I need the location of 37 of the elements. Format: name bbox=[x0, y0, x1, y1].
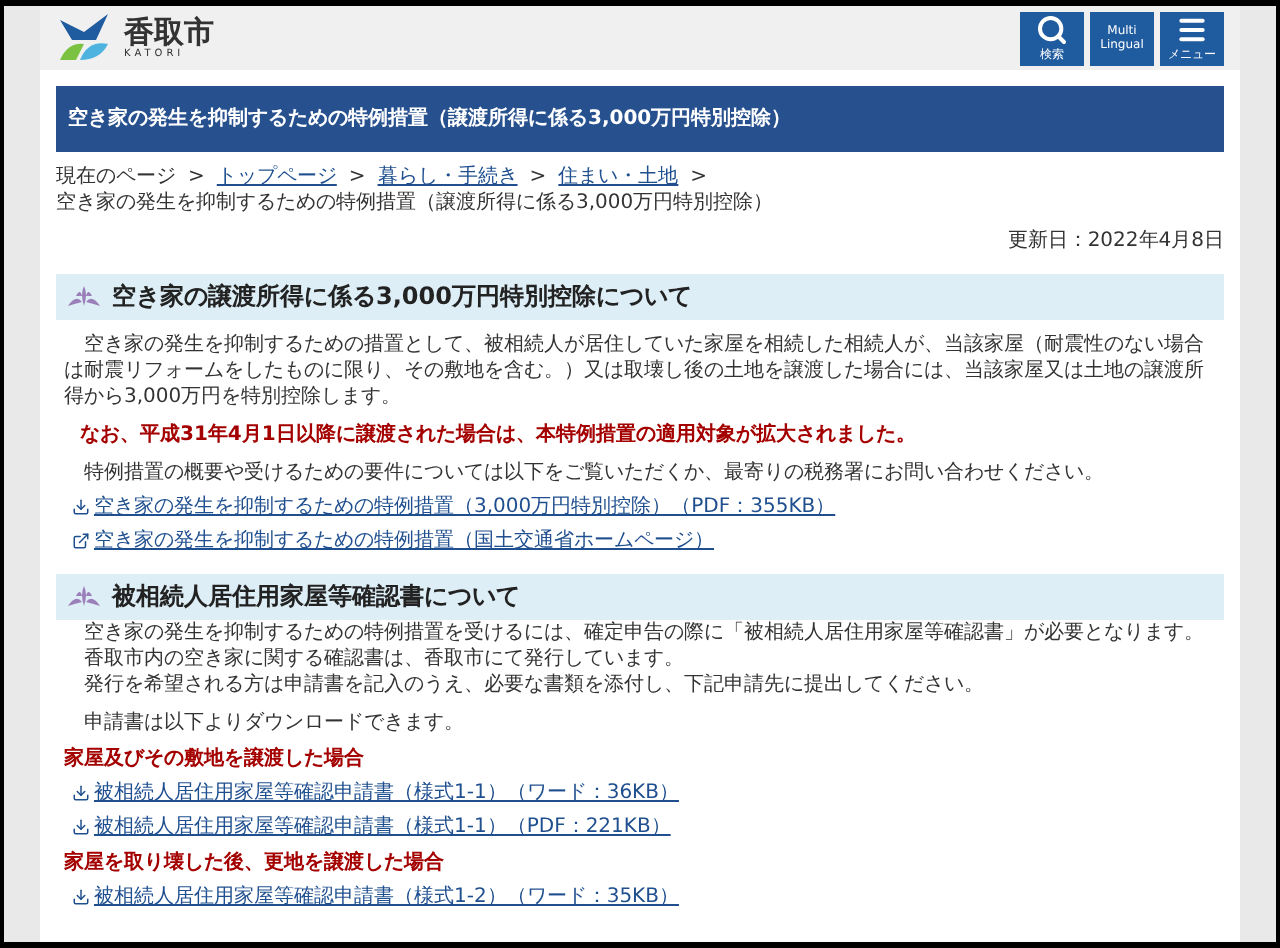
document-link[interactable]: 空き家の発生を抑制するための特例措置（3,000万円特別控除）（PDF：355KB） bbox=[94, 494, 836, 520]
breadcrumb-label: 現在のページ bbox=[56, 164, 176, 190]
subheading: 家屋を取り壊した後、更地を譲渡した場合 bbox=[64, 850, 446, 876]
breadcrumb-link[interactable]: 暮らし・手続き bbox=[377, 164, 518, 190]
paragraph: 特例措置の概要や受けるための要件については以下をご覧いただくか、最寄りの税務署にお問い合わせください。 bbox=[82, 460, 1106, 486]
paragraph: 空き家の発生を抑制するための措置として、被相続人が居住していた家屋を相続した相続人が、当該家屋（耐震性のない場合は耐震リフォームをしたものに限り、その敷地を含む。）又は取壊し後の土地を譲渡した場合には、当該家屋又は土地の譲渡所得から3,000万円を特別控除します。 bbox=[64, 332, 1206, 410]
search-icon bbox=[1036, 14, 1068, 46]
document-link[interactable]: 被相続人居住用家屋等確認申請書（様式1-1）（ワード：36KB） bbox=[94, 780, 679, 806]
breadcrumb-separator: > bbox=[690, 164, 708, 190]
breadcrumb-link[interactable]: 住まい・土地 bbox=[558, 164, 679, 190]
section-heading: 空き家の譲渡所得に係る3,000万円特別控除について bbox=[56, 274, 1224, 320]
document-link[interactable]: 被相続人居住用家屋等確認申請書（様式1-1）（PDF：221KB） bbox=[94, 814, 671, 840]
download-icon bbox=[72, 818, 90, 836]
notice-text: なお、平成31年4月1日以降に譲渡された場合は、本特例措置の適用対象が拡大されました。 bbox=[78, 422, 918, 448]
paragraph: 申請書は以下よりダウンロードできます。 bbox=[82, 710, 466, 736]
paragraph: 空き家の発生を抑制するための特例措置を受けるには、確定申告の際に「被相続人居住用家屋等確認書」が必要となります。 bbox=[82, 620, 1206, 646]
flower-icon bbox=[64, 584, 104, 610]
page-title-banner: 空き家の発生を抑制するための特例措置（譲渡所得に係る3,000万円特別控除） bbox=[56, 86, 1224, 152]
breadcrumb-link[interactable]: トップページ bbox=[216, 164, 337, 190]
breadcrumb-separator: > bbox=[188, 164, 205, 190]
updated-date: 更新日：2022年4月8日 bbox=[1007, 228, 1224, 254]
paragraph: 香取市内の空き家に関する確認書は、香取市にて発行しています。 bbox=[82, 646, 686, 672]
paragraph: 発行を希望される方は申請書を記入のうえ、必要な書類を添付し、下記申請先に提出してください。 bbox=[82, 672, 986, 698]
download-icon bbox=[72, 498, 90, 516]
document-link[interactable]: 被相続人居住用家屋等確認申請書（様式1-2）（ワード：35KB） bbox=[94, 884, 679, 910]
site-name: 香取市 bbox=[124, 16, 214, 48]
download-icon bbox=[72, 888, 90, 906]
menu-icon bbox=[1176, 14, 1208, 46]
flower-icon bbox=[64, 284, 104, 310]
breadcrumb-separator: > bbox=[348, 164, 366, 190]
subheading: 家屋及びその敷地を譲渡した場合 bbox=[64, 746, 366, 772]
external-link-icon bbox=[72, 532, 90, 550]
breadcrumb-current: 空き家の発生を抑制するための特例措置（譲渡所得に係る3,000万円特別控除） bbox=[56, 192, 774, 214]
document-link[interactable]: 空き家の発生を抑制するための特例措置（国土交通省ホームページ） bbox=[94, 528, 714, 554]
section-heading: 被相続人居住用家屋等確認書について bbox=[56, 574, 1224, 620]
download-icon bbox=[72, 784, 90, 802]
breadcrumb-separator: > bbox=[529, 164, 547, 190]
